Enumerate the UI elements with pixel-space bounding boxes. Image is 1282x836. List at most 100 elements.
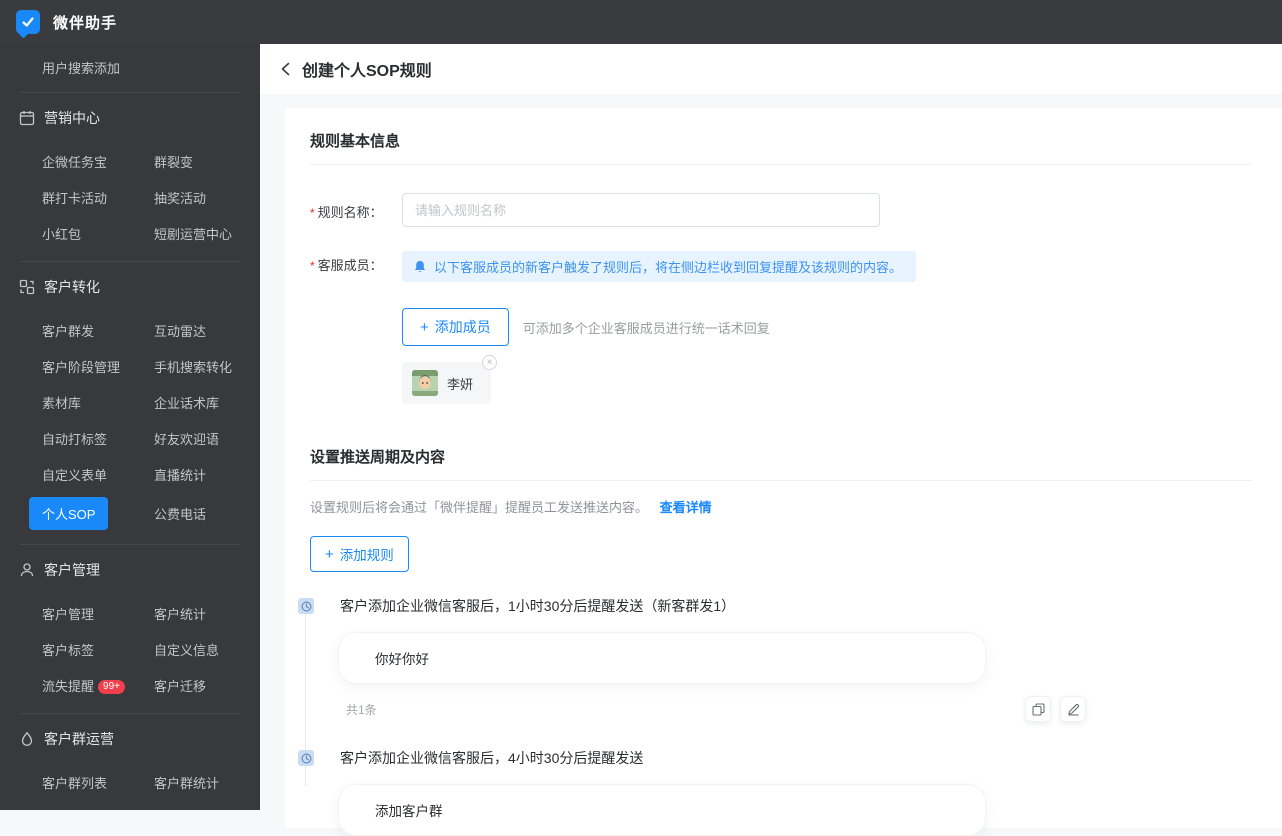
- form-card: 规则基本信息 *规则名称： *客服成员： 以下客服成员的新客户触发了规则后，将在…: [285, 108, 1282, 836]
- sidebar-section-conversion[interactable]: 客户转化: [0, 264, 260, 310]
- main-content: 规则基本信息 *规则名称： *客服成员： 以下客服成员的新客户触发了规则后，将在…: [260, 94, 1282, 836]
- sidebar-item[interactable]: 好友欢迎语: [154, 429, 219, 448]
- sidebar-divider: [20, 713, 240, 714]
- section-title-basic-info: 规则基本信息: [310, 130, 1252, 165]
- person-icon: [19, 562, 35, 578]
- rule-count: 共1条: [346, 702, 377, 717]
- notification-badge: 99+: [98, 679, 125, 694]
- sidebar: 用户搜索添加 营销中心 企微任务宝 群裂变 群打卡活动 抽奖活动 小红包 短剧运…: [0, 44, 260, 810]
- sidebar-item-user-search-add[interactable]: 用户搜索添加: [0, 44, 260, 90]
- water-drop-icon: [19, 731, 35, 747]
- sidebar-item[interactable]: 小红包: [42, 224, 154, 243]
- sidebar-divider: [20, 544, 240, 545]
- staff-info-banner: 以下客服成员的新客户触发了规则后，将在侧边栏收到回复提醒及该规则的内容。: [402, 251, 917, 282]
- sidebar-item[interactable]: 企业话术库: [154, 393, 219, 412]
- sidebar-item[interactable]: 自定义信息: [154, 640, 219, 659]
- transform-icon: [19, 279, 35, 295]
- view-details-link[interactable]: 查看详情: [660, 500, 712, 515]
- sidebar-item[interactable]: 企微任务宝: [42, 152, 154, 171]
- sidebar-item-churn-reminder[interactable]: 流失提醒 99+: [42, 676, 154, 695]
- member-name: 李妍: [447, 376, 474, 392]
- bell-icon: [414, 260, 426, 274]
- sidebar-section-customer-mgmt[interactable]: 客户管理: [0, 547, 260, 593]
- sidebar-item[interactable]: 客户群列表: [42, 773, 154, 792]
- copy-icon: [1031, 702, 1045, 716]
- sidebar-item[interactable]: 短剧运营中心: [154, 224, 232, 243]
- sidebar-item[interactable]: 群裂变: [154, 152, 193, 171]
- edit-pencil-icon: [1067, 703, 1079, 716]
- clock-icon: [298, 598, 314, 614]
- close-icon[interactable]: ×: [482, 355, 498, 370]
- sidebar-item[interactable]: 群打卡活动: [42, 188, 154, 207]
- back-chevron-icon: [281, 62, 290, 76]
- rule-name-label: * 规则名称：: [310, 193, 402, 227]
- required-star: *: [310, 206, 315, 220]
- sidebar-group-marketing: 企微任务宝 群裂变 群打卡活动 抽奖活动 小红包 短剧运营中心: [0, 141, 260, 259]
- rule-message-card[interactable]: 你好你好: [338, 632, 986, 684]
- add-member-label: 添加成员: [434, 319, 491, 335]
- sidebar-item[interactable]: 互动雷达: [154, 321, 206, 340]
- sidebar-section-label: 客户群运营: [44, 731, 114, 747]
- sidebar-item[interactable]: 客户统计: [154, 604, 206, 623]
- rule-message-text: 你好你好: [375, 652, 429, 667]
- rule-item: 客户添加企业微信客服后，1小时30分后提醒发送（新客群发1） 你好你好 共1条: [298, 596, 1252, 722]
- sidebar-item[interactable]: 直播统计: [154, 465, 206, 484]
- section-title-push-settings: 设置推送周期及内容: [310, 446, 1252, 481]
- app-logo-check-icon: [16, 10, 40, 34]
- sidebar-item[interactable]: 客户迁移: [154, 676, 206, 695]
- sidebar-item[interactable]: 自动打标签: [42, 429, 154, 448]
- staff-banner-text: 以下客服成员的新客户触发了规则后，将在侧边栏收到回复提醒及该规则的内容。: [434, 260, 903, 275]
- sidebar-item[interactable]: 素材库: [42, 393, 154, 412]
- rule-message-text: 添加客户群: [375, 804, 443, 819]
- rules-timeline: 客户添加企业微信客服后，1小时30分后提醒发送（新客群发1） 你好你好 共1条: [298, 596, 1252, 836]
- rule-name-label-text: 规则名称：: [317, 205, 383, 220]
- staff-label: * 客服成员：: [310, 251, 402, 404]
- avatar: [412, 370, 438, 396]
- sidebar-item[interactable]: 手机搜索转化: [154, 357, 232, 376]
- add-member-hint: 可添加多个企业客服成员进行统一话术回复: [522, 320, 770, 336]
- rule-title: 客户添加企业微信客服后，1小时30分后提醒发送（新客群发1）: [340, 598, 736, 614]
- sidebar-item[interactable]: 客户群统计: [154, 773, 219, 792]
- topbar: 微伴助手: [0, 0, 1282, 44]
- sidebar-section-group-ops[interactable]: 客户群运营: [0, 716, 260, 762]
- add-member-button[interactable]: + 添加成员: [402, 308, 509, 346]
- calendar-icon: [19, 110, 35, 126]
- add-rule-label: 添加规则: [339, 548, 394, 563]
- clock-icon: [298, 750, 314, 766]
- sidebar-item[interactable]: 自定义表单: [42, 465, 154, 484]
- rule-name-row: * 规则名称：: [310, 193, 1252, 227]
- push-description: 设置规则后将会通过「微伴提醒」提醒员工发送推送内容。 查看详情: [310, 497, 1252, 516]
- rule-item: 客户添加企业微信客服后，4小时30分后提醒发送 添加客户群: [298, 748, 1252, 836]
- sidebar-divider: [20, 92, 240, 93]
- sidebar-group-conversion: 客户群发 互动雷达 客户阶段管理 手机搜索转化 素材库 企业话术库 自动打标签 …: [0, 310, 260, 542]
- page-header: 创建个人SOP规则: [260, 44, 1282, 94]
- sidebar-item[interactable]: 客户标签: [42, 640, 154, 659]
- sidebar-item[interactable]: 公费电话: [154, 504, 206, 523]
- sidebar-item-label: 流失提醒: [42, 678, 95, 694]
- sidebar-section-label: 客户管理: [44, 562, 100, 578]
- sidebar-divider: [20, 261, 240, 262]
- sidebar-item[interactable]: 客户管理: [42, 604, 154, 623]
- sidebar-item[interactable]: 抽奖活动: [154, 188, 206, 207]
- app-name: 微伴助手: [53, 14, 118, 32]
- sidebar-group-group-ops: 客户群列表 客户群统计 客户群标签 客户群群发: [0, 762, 260, 810]
- staff-label-text: 客服成员：: [317, 258, 383, 273]
- copy-button[interactable]: [1025, 696, 1051, 722]
- member-chip: 李妍 ×: [402, 355, 498, 404]
- back-button[interactable]: [279, 62, 293, 76]
- edit-button[interactable]: [1060, 696, 1086, 722]
- sidebar-section-marketing[interactable]: 营销中心: [0, 95, 260, 141]
- sidebar-section-label: 营销中心: [44, 110, 100, 126]
- rule-name-input[interactable]: [402, 193, 880, 227]
- add-rule-button[interactable]: + 添加规则: [310, 536, 409, 572]
- rule-message-card[interactable]: 添加客户群: [338, 784, 986, 836]
- sidebar-item[interactable]: 客户阶段管理: [42, 357, 154, 376]
- sidebar-item[interactable]: 客户群发: [42, 321, 154, 340]
- required-star: *: [310, 259, 315, 273]
- plus-icon: +: [420, 318, 429, 336]
- sidebar-section-label: 客户转化: [44, 279, 100, 295]
- sidebar-item-personal-sop[interactable]: 个人SOP: [29, 496, 109, 530]
- staff-member-row: * 客服成员： 以下客服成员的新客户触发了规则后，将在侧边栏收到回复提醒及该规则的…: [310, 251, 1252, 404]
- sidebar-group-customer-mgmt: 客户管理 客户统计 客户标签 自定义信息 流失提醒 99+ 客户迁移: [0, 593, 260, 711]
- plus-icon: +: [325, 545, 334, 563]
